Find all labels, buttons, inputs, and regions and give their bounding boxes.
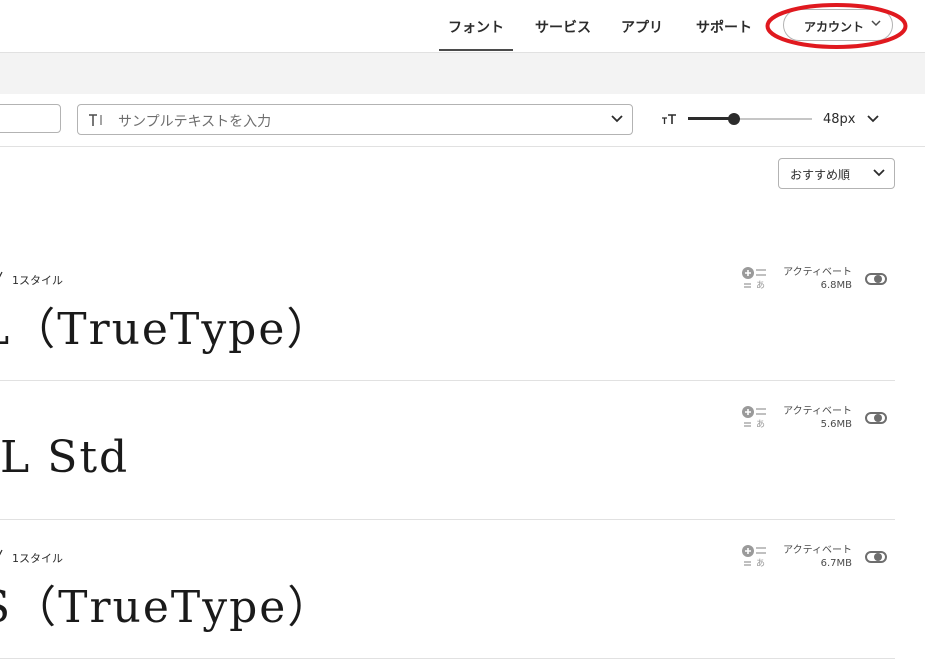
- font-card: 1スタイル S（TrueType） あ アクティベート 6.7MB: [0, 519, 895, 659]
- toggle-knob: [874, 553, 882, 561]
- style-count: 1スタイル: [12, 274, 63, 287]
- font-file-size: 6.7MB: [820, 558, 852, 569]
- add-to-list-icon[interactable]: あ: [741, 406, 767, 428]
- sort-label: おすすめ順: [790, 168, 851, 182]
- font-file-size: 5.6MB: [820, 419, 852, 430]
- font-preview: L（TrueType）: [0, 304, 333, 355]
- add-to-list-icon[interactable]: あ: [741, 545, 767, 567]
- activate-toggle[interactable]: [865, 273, 887, 285]
- account-button-label: アカウント: [804, 20, 865, 34]
- svg-text:あ: あ: [756, 558, 765, 567]
- slider-thumb[interactable]: [727, 113, 740, 125]
- text-size-icon: [662, 114, 676, 124]
- svg-text:あ: あ: [756, 419, 765, 428]
- add-to-list-icon[interactable]: あ: [741, 267, 767, 289]
- font-size-value: 48px: [823, 112, 856, 127]
- nav-fonts[interactable]: フォント: [439, 17, 513, 51]
- nav-services[interactable]: サービス: [535, 17, 591, 37]
- font-size-slider[interactable]: [688, 112, 812, 126]
- check-icon: [0, 271, 3, 278]
- search-field[interactable]: [0, 104, 61, 133]
- check-icon: [0, 549, 3, 556]
- chevron-down-icon: [611, 115, 623, 123]
- chevron-down-icon: [871, 20, 881, 27]
- font-preview: S（TrueType）: [0, 582, 334, 633]
- svg-text:あ: あ: [756, 280, 765, 289]
- activate-info: アクティベート 6.8MB: [770, 266, 852, 292]
- activate-info: アクティベート 5.6MB: [770, 405, 852, 431]
- sample-text-placeholder: サンプルテキストを入力: [118, 114, 272, 130]
- slider-fill: [688, 117, 734, 120]
- activate-info: アクティベート 6.7MB: [770, 544, 852, 570]
- toggle-knob: [874, 414, 882, 422]
- activate-label: アクティベート: [783, 267, 852, 278]
- font-card: 1スタイル L（TrueType） あ アクティベート 6.8MB: [0, 241, 895, 381]
- nav-support[interactable]: サポート: [696, 17, 752, 37]
- sample-text-input[interactable]: サンプルテキストを入力: [77, 104, 633, 135]
- chevron-down-icon: [873, 169, 885, 177]
- activate-toggle[interactable]: [865, 551, 887, 563]
- nav-apps[interactable]: アプリ: [621, 17, 663, 37]
- grey-band: [0, 53, 925, 94]
- toggle-knob: [874, 275, 882, 283]
- font-toolbar: サンプルテキストを入力 48px: [0, 94, 925, 147]
- activate-toggle[interactable]: [865, 412, 887, 424]
- font-file-size: 6.8MB: [820, 280, 852, 291]
- activate-label: アクティベート: [783, 406, 852, 417]
- sort-select[interactable]: おすすめ順: [778, 158, 895, 189]
- top-navigation: フォント サービス アプリ サポート アカウント: [0, 0, 925, 53]
- font-preview: L Std: [0, 432, 130, 483]
- activate-label: アクティベート: [783, 545, 852, 556]
- account-button[interactable]: アカウント: [783, 9, 893, 41]
- font-card: L Std あ アクティベート 5.6MB: [0, 380, 895, 520]
- style-count: 1スタイル: [12, 552, 63, 565]
- chevron-down-icon[interactable]: [867, 115, 879, 123]
- text-input-icon: [89, 114, 102, 126]
